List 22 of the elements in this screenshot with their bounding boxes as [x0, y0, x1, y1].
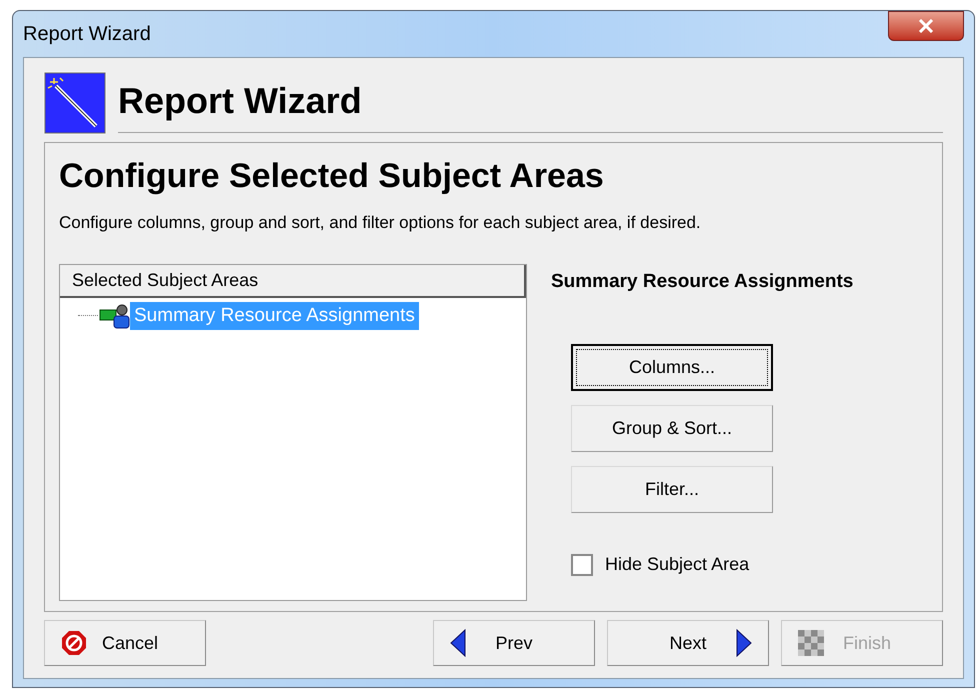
left-triangle-icon [450, 629, 466, 657]
subject-area-title: Summary Resource Assignments [551, 270, 854, 294]
checkbox[interactable] [571, 554, 593, 576]
no-entry-icon [61, 630, 87, 656]
page-description: Configure columns, group and sort, and filter options for each subject area, if desired. [59, 212, 702, 234]
checkered-flag-icon [798, 630, 824, 656]
right-triangle-icon [736, 629, 752, 657]
page-title: Configure Selected Subject Areas [59, 156, 605, 197]
option-button[interactable]: Columns... [571, 344, 773, 391]
wizard-title: Report Wizard [118, 80, 362, 120]
option-button[interactable]: Filter... [571, 466, 773, 513]
cancel-button[interactable]: Cancel [44, 620, 206, 666]
prev-button[interactable]: Prev [433, 620, 595, 666]
next-button[interactable]: Next [607, 620, 769, 666]
resource-group-icon [98, 302, 130, 329]
window-title: Report Wizard [23, 22, 151, 47]
list-header: Selected Subject Areas [60, 264, 526, 298]
close-icon [918, 19, 934, 33]
option-button[interactable]: Group & Sort... [571, 405, 773, 452]
magic-wand-icon [44, 72, 106, 134]
checkbox-label: Hide Subject Area [605, 553, 750, 576]
close-button[interactable] [888, 11, 964, 41]
